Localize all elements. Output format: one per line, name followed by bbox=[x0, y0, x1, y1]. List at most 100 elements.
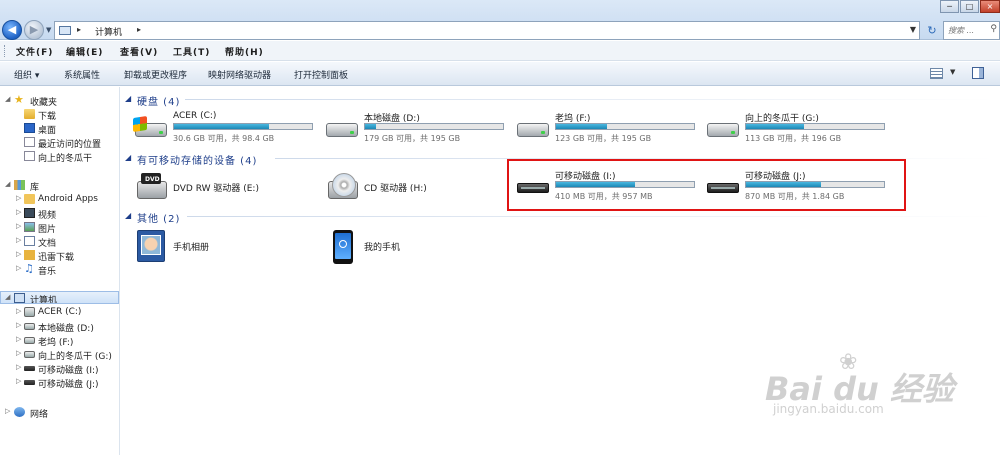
drive-tile-h[interactable]: CD 驱动器 (H:) bbox=[324, 167, 509, 207]
nav-pictures[interactable]: ▷ 图片 bbox=[0, 221, 119, 234]
nav-label: 最近访问的位置 bbox=[38, 140, 102, 149]
menu-view[interactable]: 查看(V) bbox=[120, 45, 158, 58]
shortcut-icon bbox=[24, 151, 35, 161]
hard-drive-icon bbox=[24, 351, 35, 358]
nav-libraries[interactable]: ◢ 库 bbox=[0, 179, 119, 192]
collapsed-arrow-icon[interactable]: ▷ bbox=[5, 407, 10, 415]
nav-drive-f[interactable]: ▷ 老坞 (F:) bbox=[0, 334, 119, 347]
expanded-arrow-icon[interactable]: ◢ bbox=[5, 293, 10, 301]
capacity-bar bbox=[173, 123, 313, 130]
maximize-button[interactable]: □ bbox=[960, 0, 979, 13]
annotation-highlight-box bbox=[507, 159, 906, 211]
nav-drive-i[interactable]: ▷ 可移动磁盘 (I:) bbox=[0, 362, 119, 375]
folder-icon bbox=[24, 109, 35, 119]
search-box[interactable]: ⚲ bbox=[943, 21, 1000, 40]
view-dropdown-icon[interactable]: ▼ bbox=[950, 68, 955, 76]
collapsed-arrow-icon[interactable]: ▷ bbox=[16, 335, 21, 343]
nav-favorites[interactable]: ◢ ★ 收藏夹 bbox=[0, 94, 119, 107]
refresh-icon[interactable]: ↻ bbox=[924, 21, 940, 40]
nav-documents[interactable]: ▷ 文档 bbox=[0, 235, 119, 248]
device-tile-my-phone[interactable]: 我的手机 bbox=[324, 226, 509, 266]
nav-videos[interactable]: ▷ 视频 bbox=[0, 207, 119, 220]
menu-file[interactable]: 文件(F) bbox=[16, 45, 53, 58]
forward-button[interactable]: ▶ bbox=[24, 20, 44, 40]
nav-drive-c[interactable]: ▷ ACER (C:) bbox=[0, 306, 119, 319]
back-button[interactable]: ◀ bbox=[2, 20, 22, 40]
change-view-icon[interactable] bbox=[930, 68, 943, 79]
minimize-button[interactable]: ─ bbox=[940, 0, 959, 13]
search-input[interactable] bbox=[944, 22, 988, 38]
nav-label: 视频 bbox=[38, 211, 57, 220]
device-tile-phone-album[interactable]: 手机相册 bbox=[133, 226, 318, 266]
nav-recent-places[interactable]: 最近访问的位置 bbox=[0, 136, 119, 149]
menu-edit[interactable]: 编辑(E) bbox=[66, 45, 103, 58]
nav-network[interactable]: ▷ 网络 bbox=[0, 406, 119, 419]
open-control-panel-button[interactable]: 打开控制面板 bbox=[294, 68, 348, 81]
address-bar[interactable]: ▸ 计算机 ▸ ▼ bbox=[54, 21, 920, 40]
nav-label: 桌面 bbox=[38, 126, 57, 135]
collapsed-arrow-icon[interactable]: ▷ bbox=[16, 321, 21, 329]
collapsed-arrow-icon[interactable]: ▷ bbox=[16, 307, 21, 315]
expanded-arrow-icon[interactable]: ◢ bbox=[5, 180, 10, 188]
address-dropdown-icon[interactable]: ▼ bbox=[910, 25, 916, 34]
collapse-caret-icon[interactable]: ◢ bbox=[125, 153, 131, 162]
nav-label: 音乐 bbox=[38, 267, 57, 276]
group-header-other[interactable]: ◢ 其他 (2) bbox=[125, 209, 995, 225]
menu-tools[interactable]: 工具(T) bbox=[173, 45, 210, 58]
document-library-icon bbox=[24, 236, 35, 246]
collapsed-arrow-icon[interactable]: ▷ bbox=[16, 250, 21, 258]
uninstall-program-button[interactable]: 卸载或更改程序 bbox=[124, 68, 187, 81]
nav-label: 库 bbox=[30, 183, 40, 192]
navigation-pane[interactable]: ◢ ★ 收藏夹 下载 桌面 最近访问的位置 向上的冬瓜干 ◢ 库 ▷ Andro… bbox=[0, 87, 120, 455]
history-dropdown-icon[interactable]: ▼ bbox=[46, 26, 51, 34]
nav-label: 向上的冬瓜干 (G:) bbox=[38, 352, 112, 361]
photo-album-icon bbox=[133, 230, 169, 262]
nav-drive-d[interactable]: ▷ 本地磁盘 (D:) bbox=[0, 320, 119, 333]
breadcrumb-computer[interactable]: 计算机 bbox=[95, 25, 122, 38]
nav-music[interactable]: ▷ ♫ 音乐 bbox=[0, 263, 119, 276]
drive-tile-d[interactable]: 本地磁盘 (D:) 179 GB 可用，共 195 GB bbox=[324, 107, 509, 147]
close-button[interactable]: × bbox=[980, 0, 1000, 13]
nav-thunder-downloads[interactable]: ▷ 迅雷下载 bbox=[0, 249, 119, 262]
collapsed-arrow-icon[interactable]: ▷ bbox=[16, 236, 21, 244]
group-header-hard-disks[interactable]: ◢ 硬盘 (4) bbox=[125, 92, 995, 108]
collapsed-arrow-icon[interactable]: ▷ bbox=[16, 208, 21, 216]
nav-xiangshang[interactable]: 向上的冬瓜干 bbox=[0, 150, 119, 163]
dvd-drive-icon: DVD bbox=[133, 171, 169, 203]
map-network-drive-button[interactable]: 映射网络驱动器 bbox=[208, 68, 271, 81]
collapsed-arrow-icon[interactable]: ▷ bbox=[16, 264, 21, 272]
nav-label: 向上的冬瓜干 bbox=[38, 154, 93, 163]
nav-desktop[interactable]: 桌面 bbox=[0, 122, 119, 135]
organize-button[interactable]: 组织 ▾ bbox=[14, 68, 39, 81]
collapse-caret-icon[interactable]: ◢ bbox=[125, 211, 131, 220]
drive-space-info: 30.6 GB 可用，共 98.4 GB bbox=[173, 134, 275, 143]
nav-drive-g[interactable]: ▷ 向上的冬瓜干 (G:) bbox=[0, 348, 119, 361]
drive-tile-c[interactable]: ACER (C:) 30.6 GB 可用，共 98.4 GB bbox=[133, 107, 318, 147]
smartphone-icon bbox=[324, 230, 360, 264]
hard-drive-icon bbox=[515, 111, 551, 143]
search-icon[interactable]: ⚲ bbox=[990, 24, 997, 34]
nav-computer[interactable]: ◢ 计算机 bbox=[0, 291, 119, 304]
collapsed-arrow-icon[interactable]: ▷ bbox=[16, 222, 21, 230]
drive-tile-g[interactable]: 向上的冬瓜干 (G:) 113 GB 可用，共 196 GB bbox=[705, 107, 890, 147]
nav-drive-j[interactable]: ▷ 可移动磁盘 (J:) bbox=[0, 376, 119, 389]
nav-label: 迅雷下载 bbox=[38, 253, 75, 262]
drive-tile-e[interactable]: DVD DVD RW 驱动器 (E:) bbox=[133, 167, 318, 207]
collapsed-arrow-icon[interactable]: ▷ bbox=[16, 363, 21, 371]
system-properties-button[interactable]: 系统属性 bbox=[64, 68, 100, 81]
nav-android-apps[interactable]: ▷ Android Apps bbox=[0, 193, 119, 206]
collapse-caret-icon[interactable]: ◢ bbox=[125, 94, 131, 103]
os-drive-icon bbox=[24, 307, 35, 317]
breadcrumb-arrow-icon[interactable]: ▸ bbox=[137, 25, 141, 34]
breadcrumb-arrow-icon[interactable]: ▸ bbox=[77, 25, 81, 34]
menu-help[interactable]: 帮助(H) bbox=[225, 45, 264, 58]
expanded-arrow-icon[interactable]: ◢ bbox=[5, 95, 10, 103]
drive-tile-f[interactable]: 老坞 (F:) 123 GB 可用，共 195 GB bbox=[515, 107, 700, 147]
preview-pane-icon[interactable] bbox=[972, 67, 984, 79]
drive-space-info: 123 GB 可用，共 195 GB bbox=[555, 134, 652, 143]
collapsed-arrow-icon[interactable]: ▷ bbox=[16, 377, 21, 385]
capacity-bar bbox=[745, 123, 885, 130]
collapsed-arrow-icon[interactable]: ▷ bbox=[16, 194, 21, 202]
nav-downloads[interactable]: 下载 bbox=[0, 108, 119, 121]
collapsed-arrow-icon[interactable]: ▷ bbox=[16, 349, 21, 357]
